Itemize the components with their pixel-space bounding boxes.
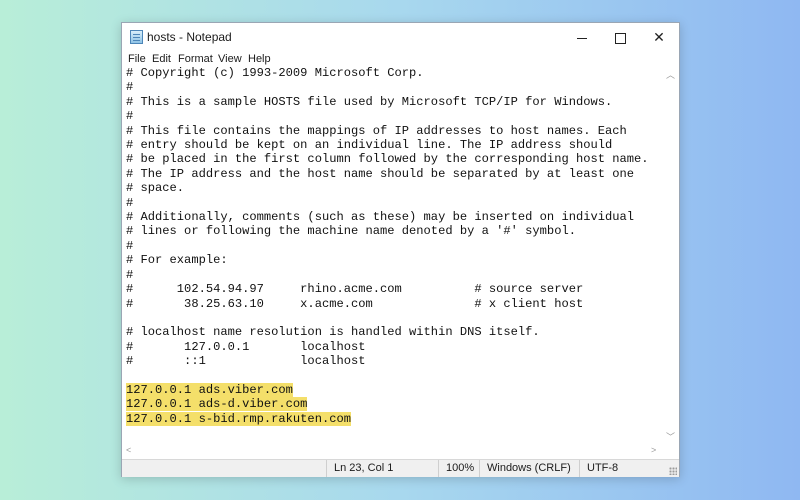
scroll-left-icon[interactable]: < [126, 445, 131, 455]
zoom-level: 100% [446, 462, 475, 474]
editor-line[interactable]: # be placed in the first column followed… [126, 152, 649, 166]
menu-format[interactable]: Format [178, 53, 213, 65]
status-separator [438, 460, 439, 477]
status-separator [479, 460, 480, 477]
editor-line[interactable]: # 127.0.0.1 localhost [126, 340, 366, 354]
editor-line[interactable]: # [126, 239, 133, 253]
text-editor[interactable]: # Copyright (c) 1993-2009 Microsoft Corp… [124, 66, 664, 444]
editor-line[interactable]: # space. [126, 181, 184, 195]
status-separator [326, 460, 327, 477]
close-button[interactable]: ✕ [640, 23, 678, 51]
maximize-button[interactable] [601, 23, 639, 51]
editor-line[interactable]: # ::1 localhost [126, 354, 366, 368]
vertical-scrollbar[interactable]: ︿ ﹀ [663, 66, 678, 444]
minimize-icon [577, 37, 587, 39]
maximize-icon [614, 32, 626, 44]
encoding: UTF-8 [587, 462, 619, 474]
resize-grip-icon[interactable] [669, 467, 677, 475]
editor-line[interactable]: # This file contains the mappings of IP … [126, 124, 627, 138]
line-ending: Windows (CRLF) [487, 462, 571, 474]
editor-line[interactable]: # [126, 80, 133, 94]
menu-edit[interactable]: Edit [152, 53, 171, 65]
menu-view[interactable]: View [218, 53, 242, 65]
editor-content[interactable]: # Copyright (c) 1993-2009 Microsoft Corp… [126, 66, 649, 426]
editor-line[interactable]: # 38.25.63.10 x.acme.com # x client host [126, 297, 583, 311]
editor-line[interactable]: # [126, 196, 133, 210]
editor-line[interactable]: 127.0.0.1 ads-d.viber.com [126, 397, 308, 412]
menu-file[interactable]: File [128, 53, 146, 65]
cursor-position: Ln 23, Col 1 [334, 462, 394, 474]
editor-line[interactable]: # [126, 109, 133, 123]
horizontal-scrollbar[interactable]: < > [122, 443, 663, 459]
minimize-button[interactable] [563, 23, 601, 51]
editor-line[interactable]: # [126, 268, 133, 282]
status-separator [579, 460, 580, 477]
scroll-right-icon[interactable]: > [651, 445, 656, 455]
notepad-window: hosts - Notepad ✕ File Edit Format View … [121, 22, 680, 477]
editor-line[interactable]: # entry should be kept on an individual … [126, 138, 612, 152]
editor-line[interactable]: # This is a sample HOSTS file used by Mi… [126, 95, 612, 109]
editor-line[interactable]: # Copyright (c) 1993-2009 Microsoft Corp… [126, 66, 424, 80]
editor-line[interactable]: # lines or following the machine name de… [126, 224, 576, 238]
notepad-icon [130, 30, 143, 44]
scroll-up-icon[interactable]: ︿ [666, 68, 675, 81]
editor-line[interactable]: # For example: [126, 253, 228, 267]
editor-line[interactable]: 127.0.0.1 s-bid.rmp.rakuten.com [126, 411, 351, 426]
editor-line[interactable]: 127.0.0.1 ads.viber.com [126, 382, 293, 397]
scroll-down-icon[interactable]: ﹀ [666, 430, 675, 443]
editor-line[interactable]: # Additionally, comments (such as these)… [126, 210, 634, 224]
status-bar: Ln 23, Col 1 100% Windows (CRLF) UTF-8 [122, 459, 679, 477]
editor-line[interactable]: # localhost name resolution is handled w… [126, 325, 540, 339]
close-icon: ✕ [653, 29, 665, 45]
editor-line[interactable]: # 102.54.94.97 rhino.acme.com # source s… [126, 282, 583, 296]
editor-line[interactable]: # The IP address and the host name shoul… [126, 167, 634, 181]
menu-help[interactable]: Help [248, 53, 271, 65]
window-title: hosts - Notepad [147, 30, 232, 44]
title-bar[interactable]: hosts - Notepad ✕ [122, 23, 679, 51]
